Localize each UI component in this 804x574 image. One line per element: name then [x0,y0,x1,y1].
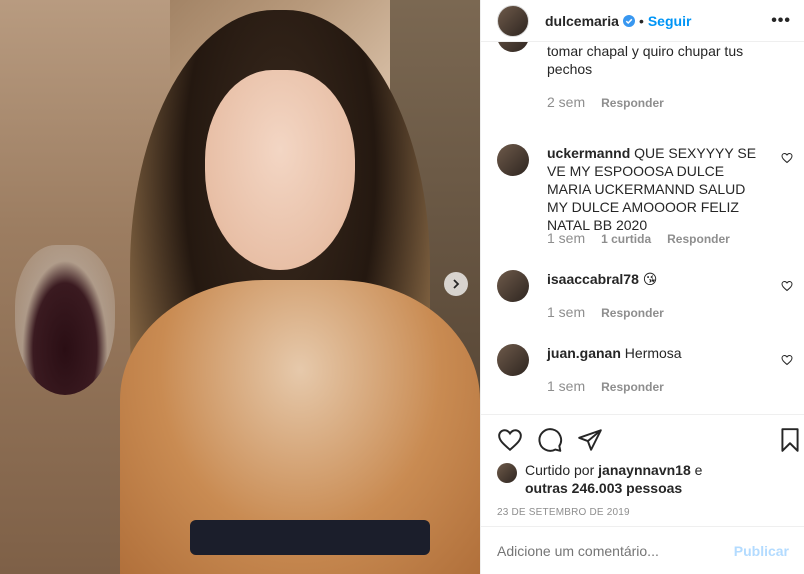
comment-body: tomar chapal y quiro chupar tus pechos [547,43,744,77]
photo-subject-face [205,70,355,270]
likes-count-link[interactable]: outras 246.003 pessoas [525,480,682,496]
comment-body: Hermosa [624,345,682,361]
avatar[interactable] [497,463,517,483]
comment-username[interactable]: juan.ganan [547,345,621,361]
avatar[interactable] [497,144,529,176]
publish-button[interactable]: Publicar [734,543,789,559]
comment-body: 😘 [642,271,658,287]
comment-text: juan.ganan Hermosa [547,344,769,362]
post-photo[interactable] [0,0,480,574]
comments-list[interactable]: tomar chapal y quiro chupar tus pechos 2… [481,42,804,414]
comment-username[interactable]: uckermannd [547,145,630,161]
like-comment-heart-icon[interactable] [781,152,793,164]
reply-button[interactable]: Responder [667,232,730,246]
reply-button[interactable]: Responder [601,96,664,110]
comment-meta: 2 sem Responder [547,94,664,110]
comment-input[interactable] [497,542,734,559]
post-username[interactable]: dulcemaria [545,13,619,29]
comment-text: isaaccabral78 😘 [547,270,769,288]
likes-text: Curtido por janaynnavn18 e outras 246.00… [525,461,775,497]
comment-username[interactable]: isaaccabral78 [547,271,639,287]
comment-time[interactable]: 2 sem [547,94,585,110]
avatar[interactable] [497,344,529,376]
liker-username[interactable]: janaynnavn18 [598,462,691,478]
photo-wine-glass [15,245,115,395]
separator: • [638,12,644,29]
comment-text: tomar chapal y quiro chupar tus pechos [547,42,769,78]
comment-meta: 1 sem 1 curtida Responder [547,230,730,246]
comment-bubble-icon[interactable] [537,427,563,453]
likes-conjunction: e [694,462,703,478]
more-options-icon[interactable]: ••• [771,12,791,30]
photo-belt [190,520,430,555]
comment-meta: 1 sem Responder [547,304,664,320]
like-comment-heart-icon[interactable] [781,280,793,292]
follow-button[interactable]: Seguir [648,13,692,29]
like-comment-heart-icon[interactable] [781,354,793,366]
post-actions: Curtido por janaynnavn18 e outras 246.00… [481,414,804,526]
save-bookmark-icon[interactable] [777,427,803,453]
avatar[interactable] [497,42,529,52]
comment-time[interactable]: 1 sem [547,304,585,320]
comment-likes-count[interactable]: 1 curtida [601,232,651,246]
post-header: dulcemaria • Seguir ••• [481,0,804,42]
share-paper-plane-icon[interactable] [577,427,603,453]
verified-badge-icon [622,14,635,27]
comment-text: uckermannd QUE SEXYYYY SE VE MY ESPOOOSA… [547,144,769,234]
add-comment-bar: Publicar [481,526,804,574]
like-heart-icon[interactable] [497,427,523,453]
post-date[interactable]: 23 DE SETEMBRO DE 2019 [497,507,630,518]
comment-meta: 1 sem Responder [547,378,664,394]
avatar[interactable] [497,270,529,302]
next-photo-button[interactable] [444,272,468,296]
reply-button[interactable]: Responder [601,306,664,320]
comment-time[interactable]: 1 sem [547,378,585,394]
chevron-right-icon [453,279,460,289]
reply-button[interactable]: Responder [601,380,664,394]
avatar[interactable] [497,4,529,37]
likes-prefix: Curtido por [525,462,595,478]
post-side-panel: dulcemaria • Seguir ••• tomar chapal y q… [480,0,804,574]
comment-time[interactable]: 1 sem [547,230,585,246]
